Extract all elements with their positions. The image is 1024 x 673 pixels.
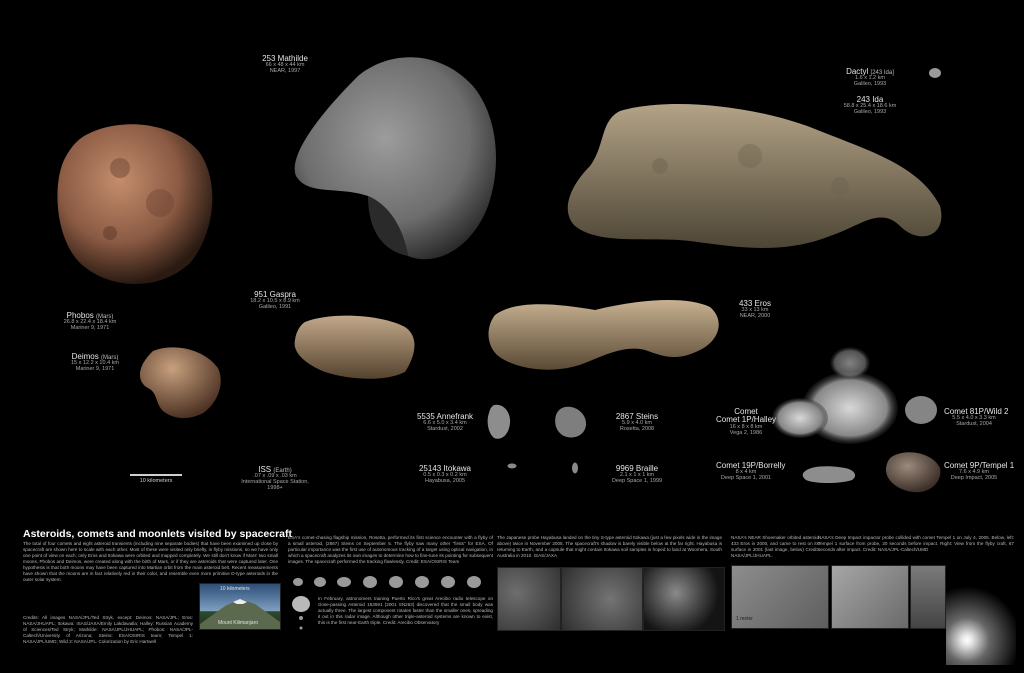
wild2-label: Comet 81P/Wild 2 5.5 x 4.0 x 3.3 km Star… xyxy=(944,407,1009,428)
ida-image xyxy=(567,103,942,248)
tempel1-image xyxy=(885,452,941,493)
poster: 253 Mathilde 66 x 48 x 44 km NEAR, 1997 … xyxy=(0,0,1024,673)
near-text: NASA's NEAR Shoemaker orbited asteroid 4… xyxy=(731,535,819,558)
tempel1-surface-image xyxy=(910,565,946,629)
mathilde-image xyxy=(294,57,496,260)
braille-image xyxy=(572,462,578,474)
deimos-label: Deimos (Mars) 15 x 12.2 x 10.4 km Marine… xyxy=(71,352,119,373)
itokawa-image xyxy=(507,463,517,469)
annefrank-image xyxy=(487,404,511,439)
eros-scale-label: 1 meter xyxy=(736,616,753,622)
rosetta-text: ESA's comet-chasing flagship mission, Ro… xyxy=(288,535,493,564)
hayabusa-text: The Japanese probe Hayabusa landed on th… xyxy=(497,535,722,558)
itokawa-label: 25143 Itokawa 0.5 x 0.3 x 0.2 km Hayabus… xyxy=(418,464,472,485)
borrelly-label: Comet 19P/Borrelly 8 x 4 km Deep Space 1… xyxy=(716,461,786,482)
credits-text: Credits: All images NASA/JPL/Ted Stryk, … xyxy=(23,615,193,644)
eros-surface-image-1: 1 meter xyxy=(731,565,829,629)
scale-bar-label: 10 kilometers xyxy=(139,478,173,484)
itokawa-shadow-image xyxy=(643,567,725,631)
dactyl-image xyxy=(929,68,941,78)
steins-image xyxy=(555,406,587,438)
arecibo-text: In February, astronomers training Puerto… xyxy=(318,596,493,625)
halley-label: Comet Comet 1P/Halley 16 x 8 x 8 km Vega… xyxy=(716,407,777,436)
ida-label: 243 Ida 58.8 x 25.4 x 18.6 km Galileo, 1… xyxy=(843,95,897,116)
intro-text: The total of four comets and eight aster… xyxy=(23,541,278,582)
gaspra-label: 951 Gaspra 18.2 x 10.5 x 8.9 km Galileo,… xyxy=(250,290,300,311)
steins-label: 2867 Steins 5.9 x 4.0 km Rosetta, 2008 xyxy=(615,412,659,433)
borrelly-image xyxy=(802,466,856,483)
iss-label: ISS (Earth) .07 x .09 x .03 km Internati… xyxy=(241,465,309,491)
eros-label: 433 Eros 33 x 13 km NEAR, 2000 xyxy=(738,299,772,320)
arecibo-radar-image xyxy=(292,596,310,630)
scale-bar xyxy=(130,474,182,476)
dactyl-label: Dactyl [243 Ida] 1.6 x 1.2 km Galileo, 1… xyxy=(846,67,894,88)
kilimanjaro-panel: 10 kilometers Mount Kilimanjaro xyxy=(199,583,281,630)
eros-image xyxy=(488,299,719,370)
tempel1-impact-image xyxy=(946,565,1016,665)
tempel1-label: Comet 9P/Tempel 1 7.6 x 4.9 km Deep Impa… xyxy=(944,461,1015,482)
annefrank-label: 5535 Annefrank 6.6 x 5.0 x 3.4 km Stardu… xyxy=(416,412,474,433)
phobos-image xyxy=(57,124,213,284)
braille-label: 9969 Braille 2.1 x 1 x 1 km Deep Space 1… xyxy=(611,464,663,485)
deimos-image xyxy=(139,347,221,419)
kilimanjaro-scale-label: 10 kilometers xyxy=(220,586,250,592)
gaspra-image xyxy=(294,315,415,379)
steins-sequence-image xyxy=(293,576,481,588)
deepimpact-text: NASA's Deep Impact impactor probe collid… xyxy=(818,535,1014,552)
halley-image xyxy=(772,347,898,444)
kilimanjaro-label: Mount Kilimanjaro xyxy=(218,620,259,626)
phobos-label: Phobos (Mars) 26.8 x 22.4 x 18.4 km Mari… xyxy=(63,311,117,332)
mathilde-label: 253 Mathilde 66 x 48 x 44 km NEAR, 1997 xyxy=(262,54,308,75)
wild2-image xyxy=(905,396,937,424)
itokawa-surface-image-2 xyxy=(561,567,643,631)
poster-title: Asteroids, comets and moonlets visited b… xyxy=(23,528,293,540)
itokawa-surface-image-1 xyxy=(497,567,561,631)
eros-surface-image-2 xyxy=(831,565,909,629)
